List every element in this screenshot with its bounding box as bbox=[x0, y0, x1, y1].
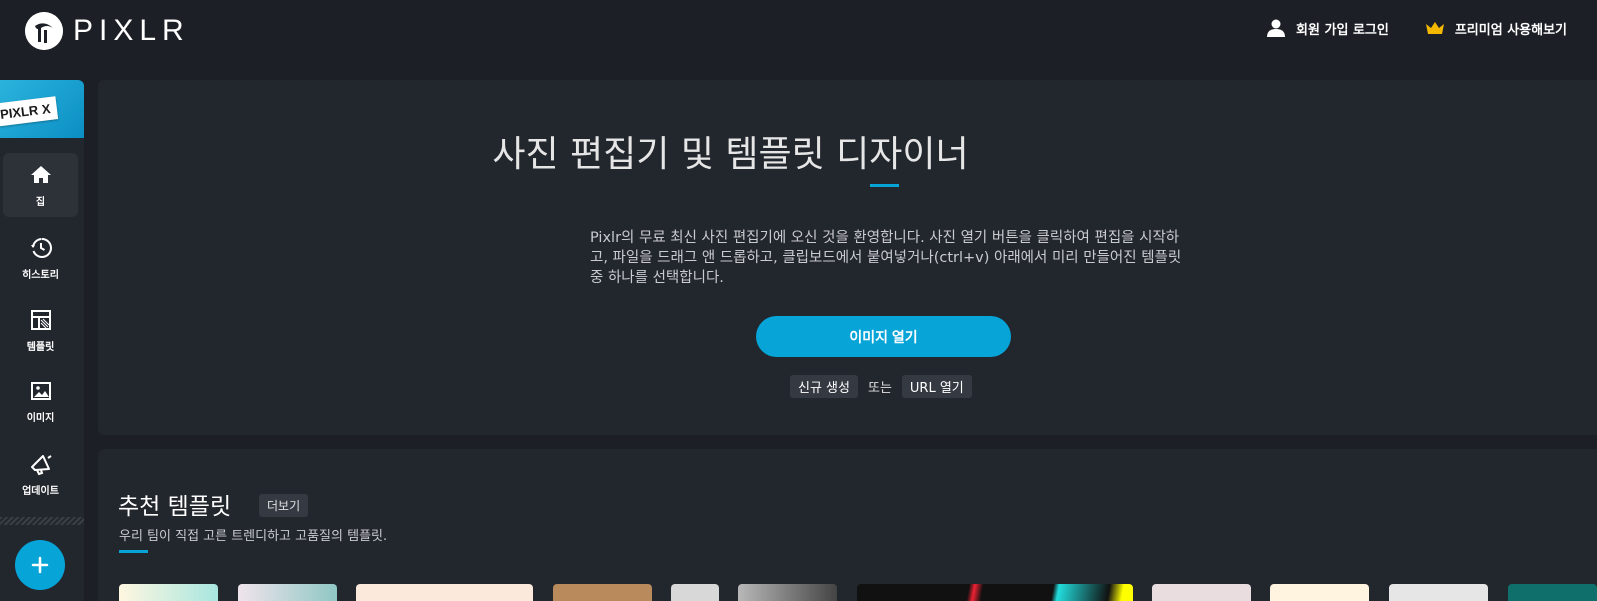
template-thumbnail[interactable] bbox=[857, 584, 1133, 601]
add-button[interactable] bbox=[15, 540, 65, 590]
title-underline bbox=[870, 184, 899, 187]
or-label: 또는 bbox=[867, 381, 892, 396]
history-icon bbox=[30, 237, 52, 258]
premium-label: 프리미엄 사용해보기 bbox=[1454, 22, 1567, 38]
open-image-button[interactable]: 이미지 열기 bbox=[756, 316, 1011, 357]
premium-link[interactable]: 프리미엄 사용해보기 bbox=[1425, 19, 1567, 38]
page-title: 사진 편집기 및 템플릿 디자이너 bbox=[492, 134, 969, 175]
sidebar: PIXLR X 집 히스토리 템플릿 이미지 업데이트 bbox=[0, 80, 84, 601]
templates-subtitle: 우리 팀이 직접 고른 트렌디하고 고품질의 템플릿. bbox=[119, 529, 388, 544]
top-bar: PIXLR 회원 가입 로그인 프리미엄 사용해보기 bbox=[0, 0, 1597, 72]
templates-panel: 추천 템플릿 더보기 우리 팀이 직접 고른 트렌디하고 고품질의 템플릿. bbox=[98, 449, 1597, 601]
template-thumbnail[interactable] bbox=[738, 584, 837, 601]
template-thumbnail[interactable] bbox=[553, 584, 652, 601]
crown-icon bbox=[1425, 22, 1444, 34]
sidebar-divider bbox=[0, 517, 84, 525]
home-icon bbox=[30, 165, 51, 183]
template-thumbnail[interactable] bbox=[119, 584, 218, 601]
hero-panel: 사진 편집기 및 템플릿 디자이너 Pixlr의 무료 최신 사진 편집기에 오… bbox=[98, 80, 1597, 435]
template-thumbnail[interactable] bbox=[1152, 584, 1251, 601]
sidebar-item-label: 업데이트 bbox=[22, 485, 59, 497]
template-thumbnail[interactable] bbox=[1270, 584, 1369, 601]
brand-name: PIXLR bbox=[73, 14, 190, 47]
pixlr-x-promo[interactable]: PIXLR X bbox=[0, 80, 84, 138]
templates-underline bbox=[119, 550, 148, 553]
template-thumbnail[interactable] bbox=[671, 584, 719, 601]
login-label: 회원 가입 로그인 bbox=[1296, 22, 1389, 38]
alt-actions: 신규 생성 또는 URL 열기 bbox=[790, 375, 972, 398]
image-icon bbox=[30, 381, 51, 400]
template-thumbnail[interactable] bbox=[1508, 584, 1597, 601]
hero-description: Pixlr의 무료 최신 사진 편집기에 오신 것을 환영합니다. 사진 열기 … bbox=[590, 230, 1182, 286]
sidebar-item-label: 집 bbox=[35, 196, 46, 208]
sidebar-item-updates[interactable]: 업데이트 bbox=[3, 442, 78, 506]
sidebar-item-history[interactable]: 히스토리 bbox=[3, 226, 78, 290]
megaphone-icon bbox=[30, 454, 52, 475]
create-new-button[interactable]: 신규 생성 bbox=[790, 375, 858, 398]
pixlr-logo[interactable]: PIXLR bbox=[25, 12, 190, 50]
open-url-button[interactable]: URL 열기 bbox=[901, 375, 972, 398]
template-icon bbox=[30, 309, 51, 330]
sidebar-item-label: 히스토리 bbox=[22, 269, 59, 281]
sidebar-item-label: 템플릿 bbox=[26, 341, 55, 353]
templates-title: 추천 템플릿 bbox=[118, 494, 232, 520]
sidebar-item-images[interactable]: 이미지 bbox=[3, 369, 78, 433]
plus-icon bbox=[31, 556, 49, 574]
template-thumbnail[interactable] bbox=[238, 584, 337, 601]
sidebar-item-home[interactable]: 집 bbox=[3, 153, 78, 217]
sidebar-item-label: 이미지 bbox=[26, 412, 55, 424]
more-templates-button[interactable]: 더보기 bbox=[259, 494, 309, 517]
promo-label: PIXLR X bbox=[0, 96, 58, 127]
template-thumbnail[interactable] bbox=[356, 584, 533, 601]
pixlr-logo-icon bbox=[25, 12, 63, 50]
user-icon bbox=[1267, 19, 1286, 37]
sidebar-item-templates[interactable]: 템플릿 bbox=[3, 298, 78, 362]
login-link[interactable]: 회원 가입 로그인 bbox=[1266, 18, 1389, 38]
template-thumbnail[interactable] bbox=[1389, 584, 1488, 601]
